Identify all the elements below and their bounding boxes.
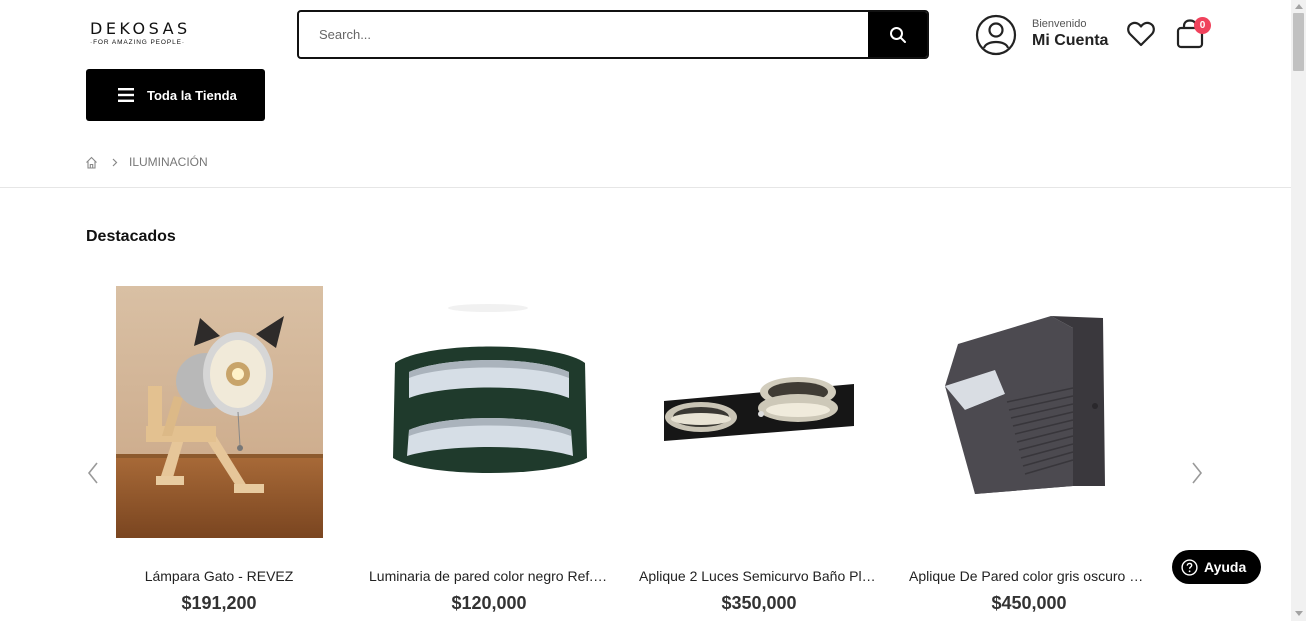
- help-button[interactable]: Ayuda: [1172, 550, 1261, 584]
- product-image[interactable]: [656, 286, 863, 538]
- scroll-up-arrow-icon[interactable]: [1295, 4, 1303, 9]
- product-name[interactable]: Aplique De Pared color gris oscuro LED: [894, 568, 1164, 584]
- breadcrumb: ILUMINACIÓN: [85, 154, 208, 170]
- account-name: Mi Cuenta: [1032, 32, 1109, 49]
- page: DEKOSAS ·FOR AMAZING PEOPLE· Bienvenido …: [0, 0, 1306, 621]
- help-label: Ayuda: [1204, 559, 1247, 575]
- product-card[interactable]: Aplique De Pared color gris oscuro LED $…: [894, 286, 1164, 621]
- logo-tagline: ·FOR AMAZING PEOPLE·: [90, 39, 185, 46]
- user-icon: [975, 14, 1017, 56]
- chevron-right-icon: [112, 158, 118, 167]
- product-card[interactable]: Luminaria de pared color negro Ref. 1B $…: [354, 286, 624, 621]
- all-store-menu-button[interactable]: Toda la Tienda: [86, 69, 265, 121]
- search-input[interactable]: [299, 12, 870, 57]
- scrollbar-thumb[interactable]: [1293, 13, 1304, 71]
- scroll-down-arrow-icon[interactable]: [1295, 611, 1303, 616]
- product-image[interactable]: [925, 286, 1132, 538]
- product-card[interactable]: Aplique 2 Luces Semicurvo Baño Plateado …: [624, 286, 894, 621]
- heart-icon[interactable]: [1126, 20, 1156, 48]
- scrollbar[interactable]: [1291, 0, 1306, 621]
- search-button[interactable]: [868, 12, 927, 57]
- home-icon[interactable]: [85, 156, 98, 169]
- account-welcome-text: Bienvenido: [1032, 18, 1087, 30]
- product-price: $350,000: [721, 593, 797, 613]
- product-card[interactable]: Lámpara Gato - REVEZ $191,200: [84, 286, 354, 621]
- section-title: Destacados: [86, 228, 176, 245]
- product-image[interactable]: [385, 286, 592, 538]
- menu-icon: [118, 88, 134, 102]
- product-price: $450,000: [991, 593, 1067, 613]
- cart-count-badge: 0: [1194, 17, 1211, 34]
- product-image[interactable]: [116, 286, 323, 538]
- search-bar: [297, 10, 929, 59]
- question-icon: [1181, 558, 1198, 576]
- breadcrumb-current: ILUMINACIÓN: [129, 155, 208, 169]
- search-icon: [889, 26, 906, 43]
- carousel-next-button[interactable]: [1187, 458, 1207, 488]
- product-name[interactable]: Luminaria de pared color negro Ref. 1B: [354, 568, 624, 584]
- product-price: $120,000: [451, 593, 527, 613]
- logo[interactable]: DEKOSAS ·FOR AMAZING PEOPLE·: [90, 20, 206, 50]
- product-price: $191,200: [181, 593, 257, 613]
- divider: [0, 187, 1291, 188]
- product-name[interactable]: Aplique 2 Luces Semicurvo Baño Plateado: [624, 568, 894, 584]
- all-store-menu-label: Toda la Tienda: [147, 87, 237, 103]
- chevron-right-icon: [1192, 462, 1203, 484]
- product-name[interactable]: Lámpara Gato - REVEZ: [84, 568, 354, 584]
- logo-text: DEKOSAS: [90, 19, 191, 38]
- account-link[interactable]: Bienvenido Mi Cuenta: [975, 14, 1115, 56]
